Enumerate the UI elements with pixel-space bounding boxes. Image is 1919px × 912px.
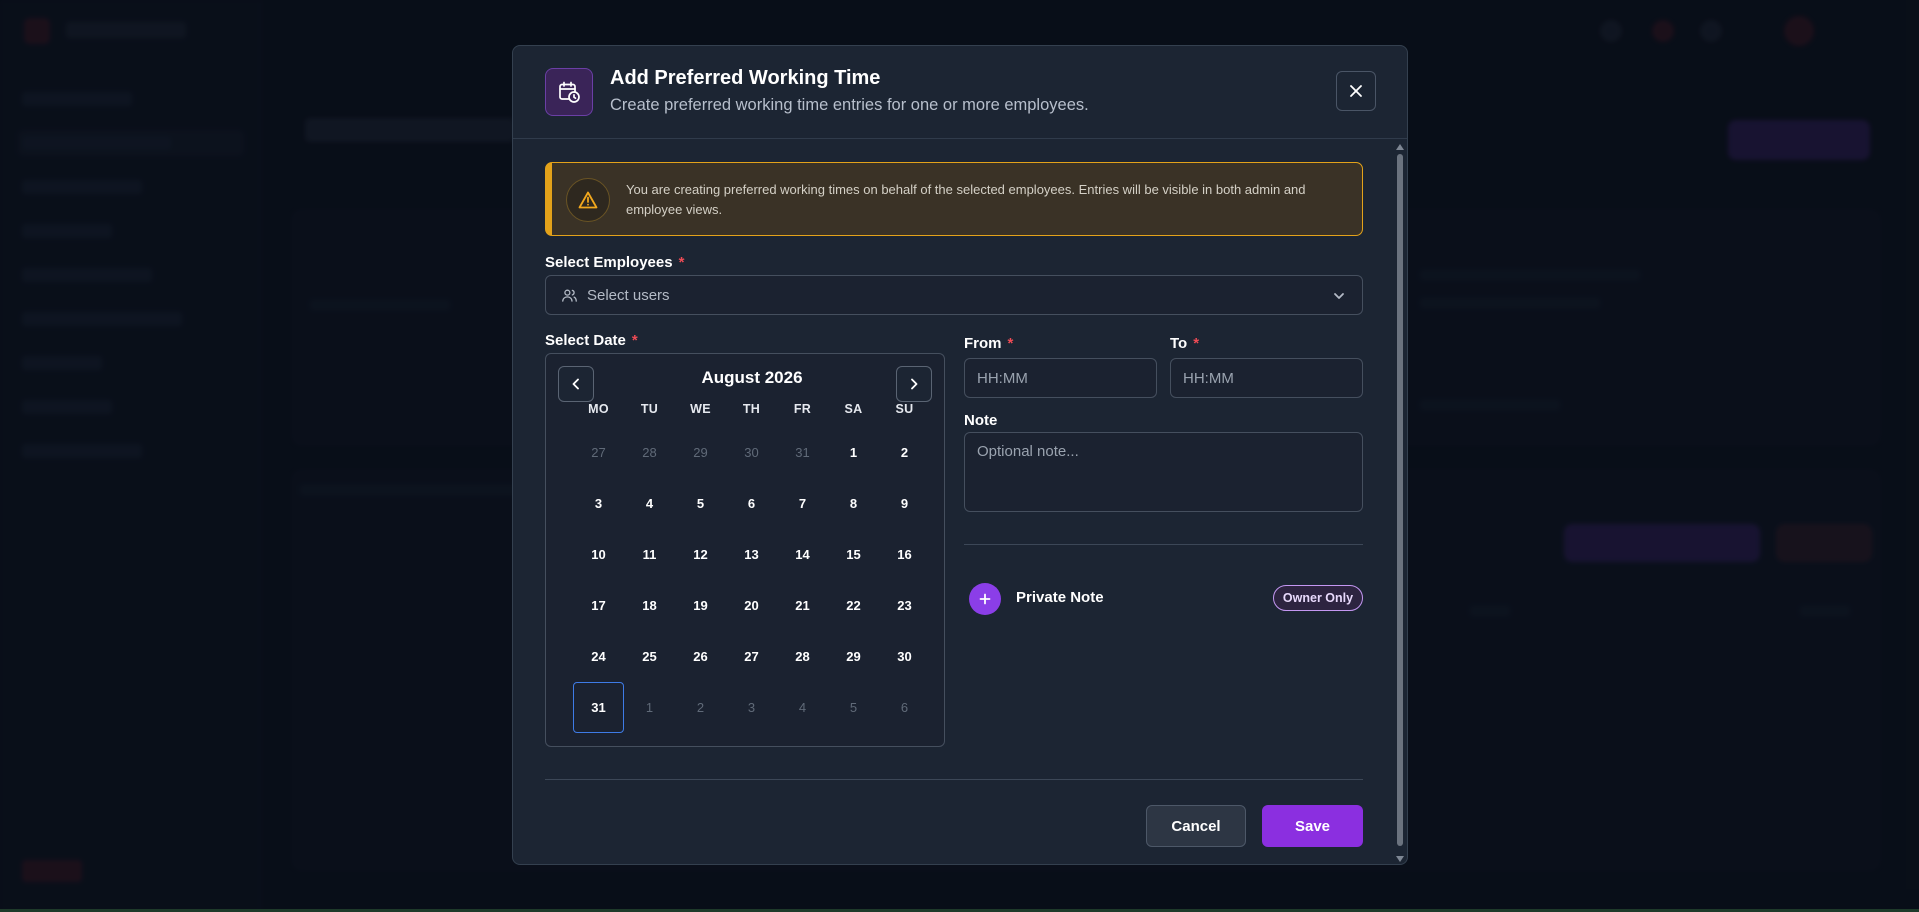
warning-text: You are creating preferred working times… <box>626 182 1306 217</box>
next-month-button[interactable] <box>896 366 932 402</box>
select-users-placeholder: Select users <box>587 287 670 304</box>
calendar-day[interactable]: 3 <box>573 478 624 529</box>
calendar-day[interactable]: 30 <box>726 427 777 478</box>
to-time-input[interactable] <box>1170 358 1363 398</box>
calendar-day[interactable]: 4 <box>777 682 828 733</box>
to-label: To * <box>1170 335 1200 352</box>
calendar-day[interactable]: 20 <box>726 580 777 631</box>
calendar-day[interactable]: 14 <box>777 529 828 580</box>
cancel-button[interactable]: Cancel <box>1146 805 1246 847</box>
section-divider <box>964 544 1363 545</box>
calendar-day[interactable]: 10 <box>573 529 624 580</box>
calendar-day[interactable]: 28 <box>624 427 675 478</box>
calendar-day[interactable]: 9 <box>879 478 930 529</box>
calendar-day[interactable]: 27 <box>573 427 624 478</box>
calendar-day[interactable]: 27 <box>726 631 777 682</box>
select-employees-dropdown[interactable]: Select users <box>545 275 1363 315</box>
calendar-week-row: 10 11 12 13 14 15 16 <box>573 529 930 580</box>
calendar-grid: MO TU WE TH FR SA SU 27 28 29 30 31 1 2 3 4 5 6 7 8 9 10 11 12… <box>573 402 930 733</box>
calendar-day[interactable]: 30 <box>879 631 930 682</box>
required-mark: * <box>1193 335 1200 352</box>
required-mark: * <box>678 254 685 271</box>
calendar-day[interactable]: 5 <box>675 478 726 529</box>
calendar-day[interactable]: 2 <box>879 427 930 478</box>
calendar-day[interactable]: 1 <box>624 682 675 733</box>
calendar-day[interactable]: 22 <box>828 580 879 631</box>
calendar-day[interactable]: 12 <box>675 529 726 580</box>
calendar-week-row: 27 28 29 30 31 1 2 <box>573 427 930 478</box>
select-date-label: Select Date * <box>545 332 638 349</box>
calendar-day[interactable]: 6 <box>726 478 777 529</box>
calendar-day[interactable]: 3 <box>726 682 777 733</box>
required-mark: * <box>1007 335 1014 352</box>
calendar-day[interactable]: 23 <box>879 580 930 631</box>
close-button[interactable] <box>1336 71 1376 111</box>
calendar-day[interactable]: 15 <box>828 529 879 580</box>
select-employees-label: Select Employees * <box>545 254 685 271</box>
calendar-day[interactable]: 21 <box>777 580 828 631</box>
calendar-day[interactable]: 7 <box>777 478 828 529</box>
weekday-label: SA <box>844 402 863 416</box>
note-label: Note <box>964 412 998 429</box>
calendar-clock-icon <box>545 68 593 116</box>
note-textarea[interactable] <box>964 432 1363 512</box>
calendar-day[interactable]: 28 <box>777 631 828 682</box>
calendar-day[interactable]: 25 <box>624 631 675 682</box>
required-mark: * <box>631 332 638 349</box>
weekday-label: WE <box>690 402 711 416</box>
dialog-subtitle: Create preferred working time entries fo… <box>610 96 1089 114</box>
date-picker-calendar: August 2026 MO TU WE TH FR SA SU 27 28 29 30 31 1 2 3… <box>545 353 945 747</box>
dialog-header: Add Preferred Working Time Create prefer… <box>513 46 1407 139</box>
calendar-day[interactable]: 26 <box>675 631 726 682</box>
calendar-day[interactable]: 5 <box>828 682 879 733</box>
calendar-days: 27 28 29 30 31 1 2 3 4 5 6 7 8 9 10 11 12 13 14 15 16 17 18 19 2… <box>573 427 930 733</box>
chevron-down-icon <box>1334 293 1344 299</box>
chevron-right-icon <box>911 378 918 390</box>
warning-banner: You are creating preferred working times… <box>545 162 1363 236</box>
add-preferred-working-time-dialog: Add Preferred Working Time Create prefer… <box>512 45 1408 865</box>
calendar-weekday-header: MO TU WE TH FR SA SU <box>573 402 930 416</box>
warning-triangle-icon <box>566 178 610 222</box>
add-private-note-button[interactable] <box>969 583 1001 615</box>
scroll-up-arrow-icon[interactable] <box>1396 144 1404 150</box>
calendar-day[interactable]: 11 <box>624 529 675 580</box>
calendar-week-row: 24 25 26 27 28 29 30 <box>573 631 930 682</box>
calendar-day[interactable]: 24 <box>573 631 624 682</box>
users-icon <box>562 289 577 302</box>
calendar-day[interactable]: 8 <box>828 478 879 529</box>
dialog-title: Add Preferred Working Time <box>610 67 881 89</box>
dialog-scrollbar[interactable] <box>1395 142 1405 864</box>
calendar-day[interactable]: 29 <box>675 427 726 478</box>
calendar-day[interactable]: 18 <box>624 580 675 631</box>
calendar-week-row: 31 1 2 3 4 5 6 <box>573 682 930 733</box>
calendar-day[interactable]: 4 <box>624 478 675 529</box>
weekday-label: TU <box>640 402 659 416</box>
from-time-input[interactable] <box>964 358 1157 398</box>
calendar-day[interactable]: 1 <box>828 427 879 478</box>
weekday-label: MO <box>588 402 609 416</box>
footer-divider <box>545 779 1363 780</box>
calendar-day[interactable]: 29 <box>828 631 879 682</box>
private-note-label: Private Note <box>1016 589 1104 606</box>
calendar-day[interactable]: 16 <box>879 529 930 580</box>
calendar-week-row: 17 18 19 20 21 22 23 <box>573 580 930 631</box>
weekday-label: FR <box>793 402 812 416</box>
calendar-day[interactable]: 6 <box>879 682 930 733</box>
plus-icon <box>979 593 991 605</box>
from-label: From * <box>964 335 1014 352</box>
weekday-label: SU <box>895 402 914 416</box>
calendar-day[interactable]: 2 <box>675 682 726 733</box>
close-icon <box>1350 85 1362 97</box>
scroll-down-arrow-icon[interactable] <box>1396 856 1404 862</box>
owner-only-badge: Owner Only <box>1273 585 1363 611</box>
calendar-week-row: 3456789 <box>573 478 930 529</box>
calendar-day[interactable]: 19 <box>675 580 726 631</box>
calendar-day-selected[interactable]: 31 <box>573 682 624 733</box>
save-button[interactable]: Save <box>1262 805 1363 847</box>
scroll-thumb[interactable] <box>1397 154 1403 846</box>
weekday-label: TH <box>742 402 761 416</box>
calendar-day[interactable]: 31 <box>777 427 828 478</box>
calendar-day[interactable]: 13 <box>726 529 777 580</box>
calendar-day[interactable]: 17 <box>573 580 624 631</box>
